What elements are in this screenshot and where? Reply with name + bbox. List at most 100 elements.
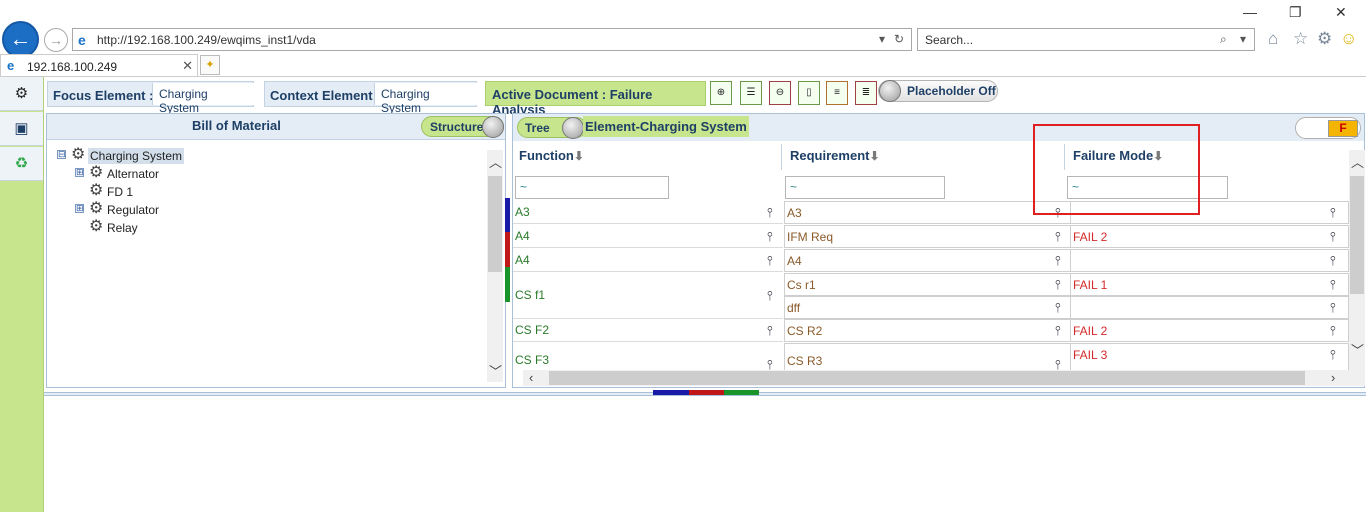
address-bar[interactable]: e http://192.168.100.249/ewqims_inst1/vd… xyxy=(72,28,912,51)
settings-gear-icon[interactable]: ⚙ xyxy=(1317,29,1332,49)
function-cell[interactable]: A4 xyxy=(513,249,783,272)
tree-node-label[interactable]: FD 1 xyxy=(105,184,135,200)
recycle-icon[interactable]: ♻ xyxy=(0,147,43,181)
scroll-thumb[interactable] xyxy=(488,176,502,272)
add-document-icon[interactable]: ⊕ xyxy=(710,81,732,105)
numbered-list-icon[interactable]: ≣ xyxy=(855,81,877,105)
new-tab-button[interactable]: ✦ xyxy=(200,55,220,75)
context-element-value[interactable]: Charging System xyxy=(374,83,477,115)
tree-node-label[interactable]: Regulator xyxy=(105,202,161,218)
scroll-down-icon[interactable]: ﹀ xyxy=(1351,340,1364,359)
dropdown-icon[interactable]: ▾ xyxy=(879,32,885,46)
minimize-button[interactable]: — xyxy=(1243,4,1257,20)
function-filter-input[interactable]: ~ xyxy=(515,176,669,199)
hierarchy-icon[interactable]: ⫯ xyxy=(767,288,773,304)
blank-document-icon[interactable]: ▯ xyxy=(798,81,820,105)
bom-scrollbar[interactable]: ︿ ﹀ xyxy=(487,150,503,382)
refresh-icon[interactable]: ↻ xyxy=(894,32,904,46)
structure-toggle[interactable]: Structure xyxy=(421,116,504,138)
scroll-up-icon[interactable]: ︿ xyxy=(489,152,502,171)
grid-vertical-scrollbar[interactable]: ︿ ﹀ xyxy=(1349,150,1365,386)
back-button[interactable]: ← xyxy=(2,21,39,58)
search-dropdown-icon[interactable]: ▾ xyxy=(1240,32,1246,46)
failure-mode-cell[interactable] xyxy=(1070,249,1349,272)
toggle-knob xyxy=(482,116,504,138)
add-list-icon[interactable]: ☰ xyxy=(740,81,762,105)
hierarchy-icon[interactable]: ⫯ xyxy=(767,323,773,339)
function-cell[interactable]: CS F3 xyxy=(513,343,783,370)
function-cell[interactable]: A3 xyxy=(513,201,783,224)
delete-list-icon[interactable]: ⊖ xyxy=(769,81,791,105)
hierarchy-icon[interactable]: ⫯ xyxy=(767,253,773,269)
f-toggle[interactable]: F xyxy=(1295,117,1361,139)
settings-gear-icon[interactable]: ⚙ xyxy=(0,77,43,111)
restore-button[interactable]: ❐ xyxy=(1289,4,1302,21)
search-icon[interactable]: ⌕ xyxy=(1220,32,1227,47)
placeholder-toggle[interactable]: Placeholder Off xyxy=(878,80,998,102)
expand-icon[interactable]: ⊞ xyxy=(75,168,84,177)
failure-mode-cell[interactable]: FAIL 1 xyxy=(1070,273,1349,296)
requirement-cell[interactable]: dff xyxy=(784,296,1071,319)
search-box[interactable]: Search... ⌕ ▾ xyxy=(917,28,1255,51)
column-header-function[interactable]: Function⬇ xyxy=(519,148,584,163)
collapse-icon[interactable]: ⊟ xyxy=(57,150,66,159)
smiley-feedback-icon[interactable]: ☺ xyxy=(1340,29,1357,49)
failure-mode-cell[interactable] xyxy=(1070,296,1349,319)
scroll-up-icon[interactable]: ︿ xyxy=(1351,152,1364,171)
requirement-cell[interactable]: IFM Req xyxy=(784,225,1071,248)
focus-element-value[interactable]: Charging System xyxy=(152,83,254,115)
forward-button[interactable]: → xyxy=(44,28,68,52)
close-tab-icon[interactable]: ✕ xyxy=(182,58,193,74)
hierarchy-icon[interactable]: ⫯ xyxy=(1330,229,1336,245)
grid-horizontal-scrollbar[interactable]: ‹ › xyxy=(523,370,1349,386)
failure-mode-cell[interactable]: FAIL 3 xyxy=(1070,343,1349,370)
home-icon[interactable]: ⌂ xyxy=(1268,29,1278,49)
function-cell[interactable]: A4 xyxy=(513,225,783,248)
gear-icon: ⚙ xyxy=(89,218,104,235)
scroll-right-icon[interactable]: › xyxy=(1331,370,1335,385)
requirement-cell[interactable]: A4 xyxy=(784,249,1071,272)
scroll-thumb[interactable] xyxy=(549,371,1305,385)
expand-icon[interactable]: ⊞ xyxy=(75,204,84,213)
hierarchy-icon[interactable]: ⫯ xyxy=(1055,300,1061,316)
bullet-list-icon[interactable]: ≡ xyxy=(826,81,848,105)
browser-tab[interactable]: e 192.168.100.249 ✕ xyxy=(0,54,198,77)
favorites-star-icon[interactable]: ☆ xyxy=(1293,29,1308,49)
hierarchy-icon[interactable]: ⫯ xyxy=(1330,277,1336,293)
monitor-icon[interactable]: ▣ xyxy=(0,112,43,146)
structure-toggle-label: Structure xyxy=(430,120,484,134)
scroll-down-icon[interactable]: ﹀ xyxy=(489,361,502,380)
hierarchy-icon[interactable]: ⫯ xyxy=(1055,253,1061,269)
requirement-filter-input[interactable]: ~ xyxy=(785,176,945,199)
scroll-thumb[interactable] xyxy=(1350,176,1364,294)
hierarchy-icon[interactable]: ⫯ xyxy=(767,205,773,221)
hierarchy-icon[interactable]: ⫯ xyxy=(1055,323,1061,339)
hierarchy-icon[interactable]: ⫯ xyxy=(1055,277,1061,293)
hierarchy-icon[interactable]: ⫯ xyxy=(1055,229,1061,245)
requirement-cell[interactable]: CS R2 xyxy=(784,319,1071,342)
hierarchy-icon[interactable]: ⫯ xyxy=(767,229,773,245)
column-header-requirement[interactable]: Requirement⬇ xyxy=(790,148,880,163)
hierarchy-icon[interactable]: ⫯ xyxy=(1330,323,1336,339)
sort-arrow-icon[interactable]: ⬇ xyxy=(574,149,584,163)
search-placeholder[interactable]: Search... xyxy=(925,33,973,47)
requirement-cell[interactable]: Cs r1 xyxy=(784,273,1071,296)
failure-mode-cell[interactable]: FAIL 2 xyxy=(1070,319,1349,342)
tree-node-label[interactable]: Alternator xyxy=(105,166,161,182)
requirement-cell[interactable]: A3 xyxy=(784,201,1071,224)
scroll-left-icon[interactable]: ‹ xyxy=(529,370,533,385)
function-cell[interactable]: CS f1 xyxy=(513,273,783,319)
tree-node-label[interactable]: Relay xyxy=(105,220,140,236)
hierarchy-icon[interactable]: ⫯ xyxy=(1330,253,1336,269)
sort-arrow-icon[interactable]: ⬇ xyxy=(869,149,879,163)
hierarchy-icon[interactable]: ⫯ xyxy=(1330,347,1336,363)
close-window-button[interactable]: ✕ xyxy=(1335,4,1347,21)
hierarchy-icon[interactable]: ⫯ xyxy=(1330,205,1336,221)
failure-mode-cell[interactable]: FAIL 2 xyxy=(1070,225,1349,248)
hierarchy-icon[interactable]: ⫯ xyxy=(1330,300,1336,316)
tree-toggle[interactable]: Tree xyxy=(517,117,587,139)
tree-node-label[interactable]: Charging System xyxy=(88,148,185,164)
requirement-cell[interactable]: CS R3 xyxy=(784,343,1071,370)
function-cell[interactable]: CS F2 xyxy=(513,319,783,342)
address-url[interactable]: http://192.168.100.249/ewqims_inst1/vda xyxy=(97,33,316,47)
